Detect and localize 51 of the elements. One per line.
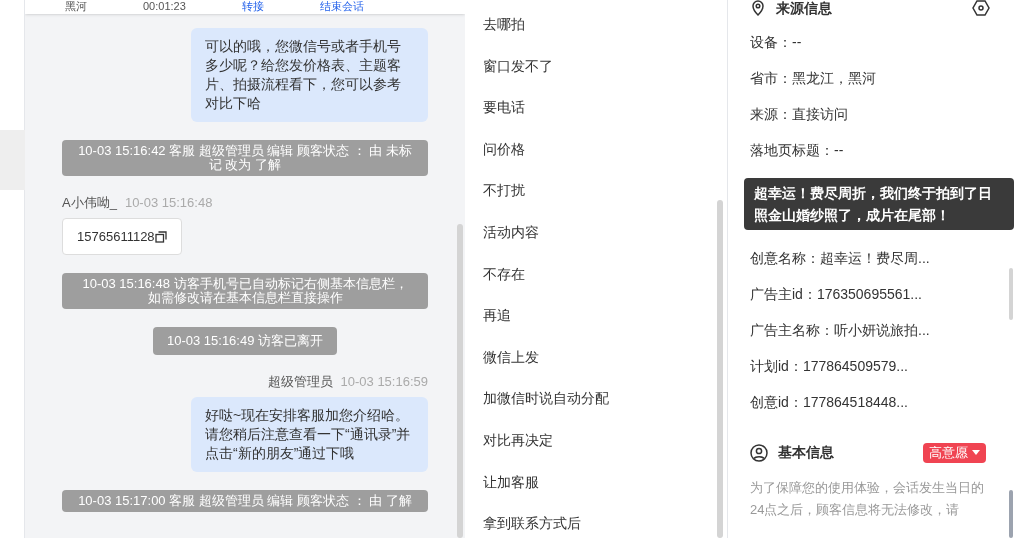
system-message: 10-03 15:16:48 访客手机号已自动标记右侧基本信息栏，如需修改请在基本信息栏直接操作 xyxy=(62,273,428,309)
scrollbar[interactable] xyxy=(457,224,463,538)
notice-text: 为了保障您的使用体验，会话发生当日的24点之后，顾客信息将无法修改，请 xyxy=(750,479,985,519)
section-title: 来源信息 xyxy=(776,0,832,18)
quick-reply[interactable]: 加微信时说自动分配 xyxy=(483,388,609,430)
info-text: 00:01:23 xyxy=(143,0,186,12)
info-text: 黑河 xyxy=(65,0,87,12)
quick-reply[interactable]: 去哪拍 xyxy=(483,14,525,56)
sender-name: 超级管理员 xyxy=(267,373,333,391)
copy-icon[interactable] xyxy=(154,230,167,243)
quick-reply[interactable]: 不存在 xyxy=(483,263,525,306)
quick-reply[interactable]: 让加客服 xyxy=(483,471,539,514)
quick-reply[interactable]: 要电话 xyxy=(483,97,525,139)
scrollbar[interactable] xyxy=(1009,490,1013,538)
quick-reply[interactable]: 微信上发 xyxy=(483,346,539,389)
quick-reply[interactable]: 对比再决定 xyxy=(483,429,553,472)
info-row-text: 设备：-- xyxy=(750,33,802,52)
system-message: 10-03 15:16:49 访客已离开 xyxy=(152,327,338,355)
system-message: 10-03 15:17:00 客服 超级管理员 编辑 顾客状态 ： 由 了解 xyxy=(62,490,428,512)
phone-number: 15765611128 xyxy=(77,227,155,246)
info-row-text: 广告主名称：听小妍说旅拍... xyxy=(750,321,930,340)
system-message: 10-03 15:16:42 客服 超级管理员 编辑 顾客状态 ： 由 未标记 改为 了解 xyxy=(62,140,428,176)
quick-reply[interactable]: 活动内容 xyxy=(483,221,539,264)
settings-icon[interactable] xyxy=(972,0,990,17)
info-row-text: 落地页标题：-- xyxy=(750,141,844,160)
link[interactable]: 转接 xyxy=(241,0,264,12)
scrollbar[interactable] xyxy=(1009,268,1013,320)
link[interactable]: 结束会话 xyxy=(319,0,364,12)
sender-name: A小伟呦_ xyxy=(62,194,117,212)
timestamp: 10-03 15:16:48 xyxy=(124,194,213,212)
quick-reply[interactable]: 不打扰 xyxy=(483,180,525,222)
info-row-text: 计划id：177864509579... xyxy=(750,357,908,376)
info-row-text: 省市：黑龙江，黑河 xyxy=(750,69,876,88)
location-pin-icon xyxy=(750,0,766,16)
intent-dropdown[interactable]: 高意愿 xyxy=(923,442,986,463)
caret-icon xyxy=(972,449,980,456)
quick-reply[interactable]: 窗口发不了 xyxy=(483,55,553,98)
info-row-text: 来源：直接访问 xyxy=(750,105,848,124)
info-row-text: 创意id：177864518448... xyxy=(750,393,908,412)
section-title: 基本信息 xyxy=(778,443,834,462)
quick-reply[interactable]: 再追 xyxy=(483,305,511,347)
message-bubble: 好哒~现在安排客服加您介绍哈。请您稍后注意查看一下“通讯录”并点击“新的朋友”通过下哦 xyxy=(191,397,428,472)
scrollbar[interactable] xyxy=(717,200,723,538)
info-row-text: 创意名称：超幸运！费尽周... xyxy=(750,249,930,268)
info-row-text: 广告主id：176350695561... xyxy=(750,285,922,304)
quick-reply[interactable]: 拿到联系方式后 xyxy=(483,513,581,538)
user-icon xyxy=(750,443,768,462)
quick-reply[interactable]: 问价格 xyxy=(483,138,525,181)
message-bubble: 可以的哦，您微信号或者手机号多少呢？给您发价格表、主题客片、拍摄流程看下，您可以参考对比下哈 xyxy=(191,28,428,122)
tooltip: 超幸运！费尽周折，我们终于拍到了日照金山婚纱照了，成片在尾部！ xyxy=(744,178,1014,230)
timestamp: 10-03 15:16:59 xyxy=(340,373,428,391)
